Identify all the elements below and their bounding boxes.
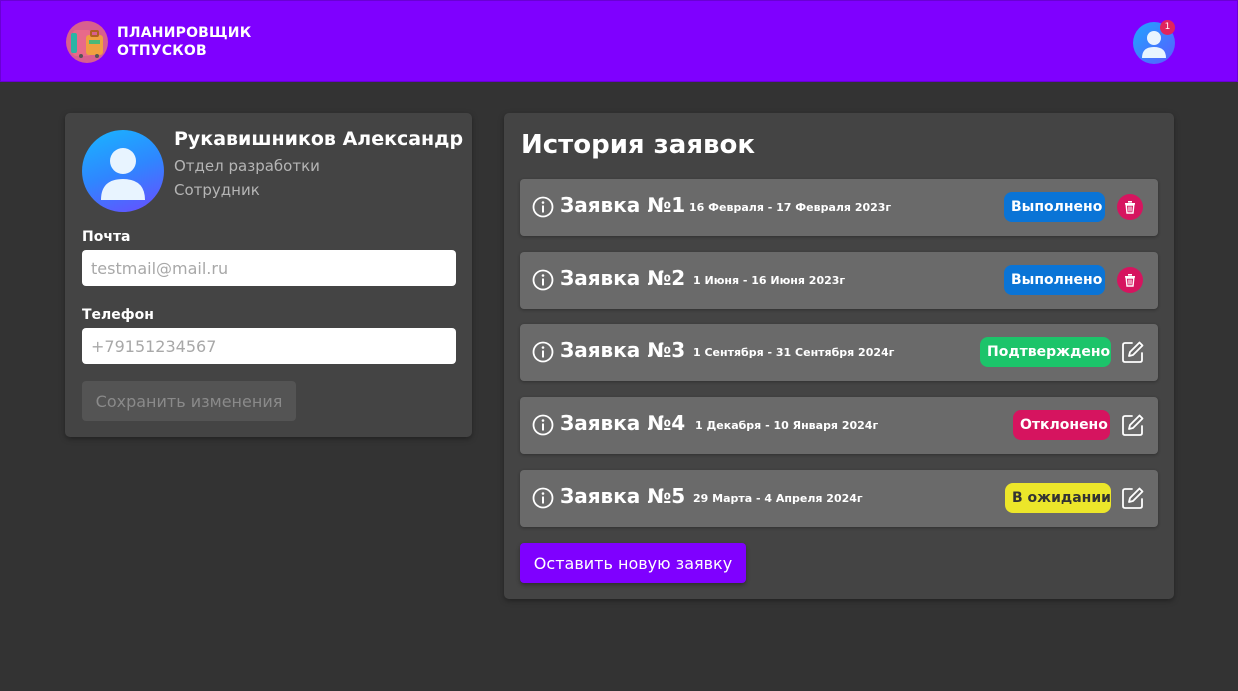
delete-button[interactable]: [1117, 194, 1143, 220]
app-title-line1: ПЛАНИРОВЩИК: [117, 25, 252, 41]
request-title: Заявка №1: [560, 193, 686, 217]
request-title: Заявка №5: [560, 484, 686, 508]
status-badge: Выполнено: [1004, 265, 1105, 295]
request-dates: 16 Февраля - 17 Февраля 2023г: [689, 201, 892, 214]
request-row[interactable]: Заявка №2 1 Июня - 16 Июня 2023г Выполне…: [520, 252, 1158, 309]
app-title: ПЛАНИРОВЩИК ОТПУСКОВ: [117, 24, 257, 60]
edit-icon[interactable]: [1121, 340, 1145, 364]
save-button[interactable]: Сохранить изменения: [82, 381, 296, 421]
profile-name: Рукавишников Александр: [174, 128, 464, 150]
info-icon[interactable]: [532, 487, 554, 509]
edit-icon[interactable]: [1121, 486, 1145, 510]
app-logo[interactable]: ПЛАНИРОВЩИК ОТПУСКОВ: [66, 21, 257, 63]
profile-avatar-icon: [82, 130, 164, 212]
history-title: История заявок: [521, 130, 755, 160]
profile-department: Отдел разработки: [174, 157, 320, 175]
edit-icon[interactable]: [1121, 413, 1145, 437]
phone-field[interactable]: [82, 328, 456, 364]
request-dates: 29 Марта - 4 Апреля 2024г: [693, 492, 863, 505]
top-bar: ПЛАНИРОВЩИК ОТПУСКОВ 1: [0, 0, 1238, 82]
status-badge: В ожидании: [1005, 483, 1111, 513]
status-badge: Подтверждено: [980, 337, 1111, 367]
email-field[interactable]: [82, 250, 456, 286]
request-dates: 1 Сентября - 31 Сентября 2024г: [693, 346, 895, 359]
request-row[interactable]: Заявка №4 1 Декабря - 10 Января 2024г От…: [520, 397, 1158, 454]
request-title: Заявка №3: [560, 338, 686, 362]
request-dates: 1 Июня - 16 Июня 2023г: [693, 274, 846, 287]
email-label: Почта: [82, 229, 131, 245]
profile-role: Сотрудник: [174, 181, 260, 199]
request-title: Заявка №2: [560, 266, 686, 290]
trash-icon: [1125, 201, 1135, 214]
request-dates: 1 Декабря - 10 Января 2024г: [695, 419, 879, 432]
info-icon[interactable]: [532, 341, 554, 363]
request-row[interactable]: Заявка №1 16 Февраля - 17 Февраля 2023г …: [520, 179, 1158, 236]
trash-icon: [1125, 274, 1135, 287]
phone-label: Телефон: [82, 307, 154, 323]
app-title-line2: ОТПУСКОВ: [117, 43, 207, 59]
suitcase-icon: [66, 21, 108, 63]
info-icon[interactable]: [532, 269, 554, 291]
request-history-panel: История заявок Заявка №1 16 Февраля - 17…: [504, 113, 1174, 599]
delete-button[interactable]: [1117, 267, 1143, 293]
info-icon[interactable]: [532, 414, 554, 436]
request-row[interactable]: Заявка №3 1 Сентября - 31 Сентября 2024г…: [520, 324, 1158, 381]
info-icon[interactable]: [532, 196, 554, 218]
status-badge: Отклонено: [1013, 410, 1110, 440]
status-badge: Выполнено: [1004, 192, 1105, 222]
notification-badge[interactable]: 1: [1160, 20, 1175, 35]
request-row[interactable]: Заявка №5 29 Марта - 4 Апреля 2024г В ож…: [520, 470, 1158, 527]
profile-card: Рукавишников Александр Отдел разработки …: [65, 113, 472, 437]
request-title: Заявка №4: [560, 411, 686, 435]
new-request-button[interactable]: Оставить новую заявку: [520, 543, 746, 583]
